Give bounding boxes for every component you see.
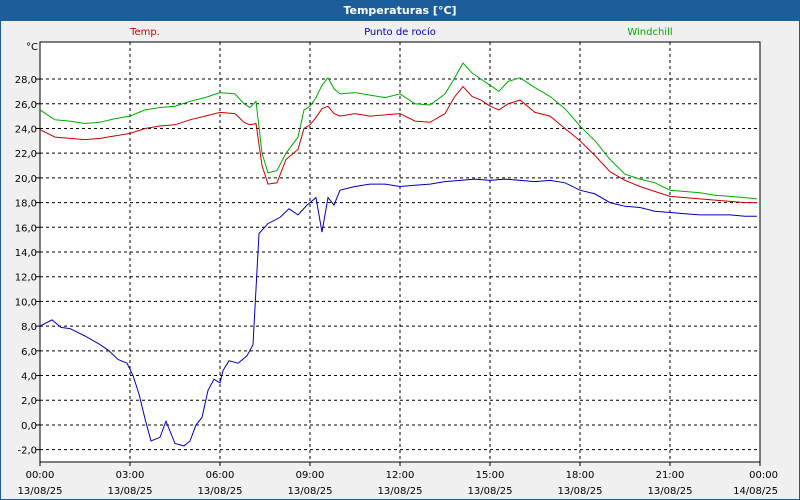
y-tick-label: -2,0 — [17, 446, 37, 457]
y-axis-unit-label: °C — [26, 42, 38, 53]
legend-entry-1: Punto de rocío — [364, 26, 436, 38]
y-tick-label: 4,0 — [21, 372, 37, 383]
y-tick-label: 16,0 — [15, 223, 37, 234]
legend-entry-2: Windchill — [627, 27, 672, 38]
x-tick-time-label: 15:00 — [476, 470, 505, 481]
x-tick-time-label: 00:00 — [749, 470, 778, 481]
x-tick-time-label: 21:00 — [656, 470, 685, 481]
x-tick-date-label: 13/08/25 — [648, 486, 693, 497]
x-tick-date-label: 13/08/25 — [18, 486, 63, 497]
y-tick-label: 24,0 — [15, 124, 37, 135]
y-tick-label: 0,0 — [21, 421, 37, 432]
x-tick-time-label: 03:00 — [116, 470, 145, 481]
x-axis-ticks: 00:00 13/08/25 03:00 13/08/25 06:00 13/08/25 0… — [18, 462, 778, 497]
y-tick-label: 12,0 — [15, 273, 37, 284]
legend-entry-0: Temp. — [129, 27, 160, 38]
x-tick-date-label: 13/08/25 — [468, 486, 513, 497]
y-tick-label: 2,0 — [21, 396, 37, 407]
y-tick-label: 28,0 — [15, 75, 37, 86]
x-tick-date-label: 13/08/25 — [558, 486, 603, 497]
x-tick-time-label: 06:00 — [206, 470, 235, 481]
y-tick-label: 18,0 — [15, 199, 37, 210]
y-tick-label: 6,0 — [21, 347, 37, 358]
x-tick-time-label: 12:00 — [386, 470, 415, 481]
x-tick-date-label: 14/08/25 — [733, 486, 778, 497]
legend: Temp. Punto de rocío Windchill — [129, 26, 673, 38]
x-tick-date-label: 13/08/25 — [108, 486, 153, 497]
x-tick-time-label: 18:00 — [566, 470, 595, 481]
x-tick-time-label: 09:00 — [296, 470, 325, 481]
y-tick-label: 14,0 — [15, 248, 37, 259]
y-axis-ticks: -2,0 0,0 2,0 4,0 6,0 8,0 10,0 12,0 14,0 16,0 18,0 2… — [15, 75, 40, 457]
y-tick-label: 20,0 — [15, 174, 37, 185]
y-tick-label: 22,0 — [15, 149, 37, 160]
x-tick-date-label: 13/08/25 — [288, 486, 333, 497]
temperature-chart: -2,0 0,0 2,0 4,0 6,0 8,0 10,0 12,0 14,0 16,0 18,0 2… — [15, 26, 778, 497]
x-tick-time-label: 00:00 — [26, 470, 55, 481]
y-tick-label: 10,0 — [15, 297, 37, 308]
x-tick-date-label: 13/08/25 — [378, 486, 423, 497]
y-tick-label: 26,0 — [15, 100, 37, 111]
x-tick-date-label: 13/08/25 — [198, 486, 243, 497]
y-tick-label: 8,0 — [21, 322, 37, 333]
